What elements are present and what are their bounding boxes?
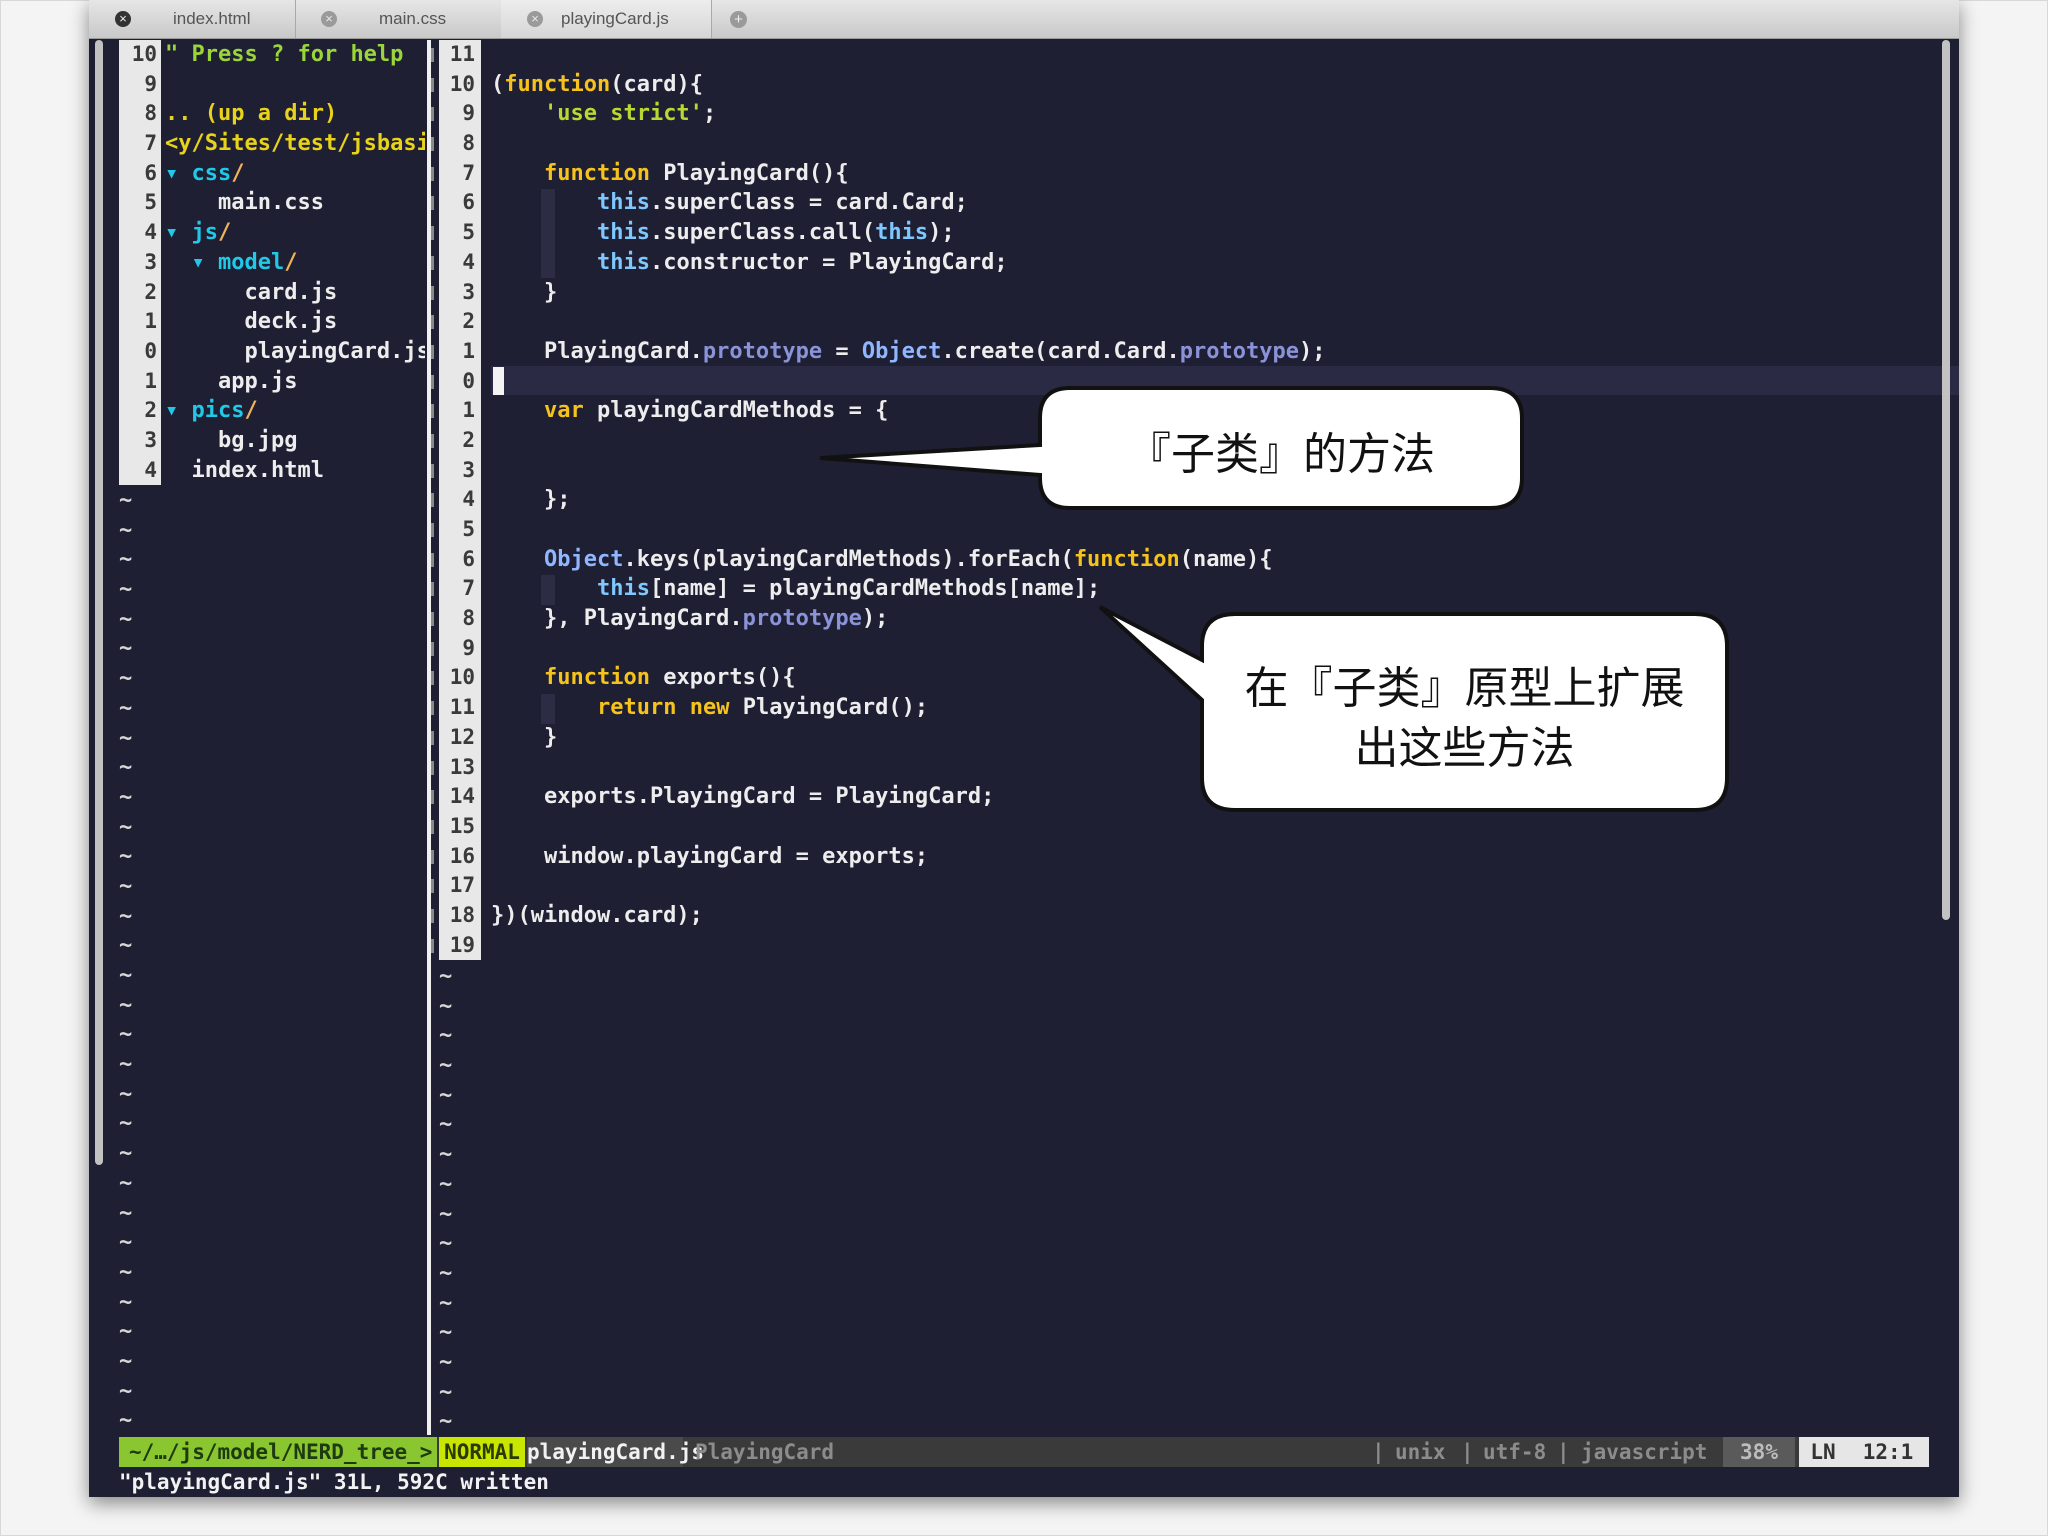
callout-text-prototype-line2: 出这些方法 <box>1354 723 1575 774</box>
callouts-layer <box>819 386 1729 812</box>
callout-text-prototype-line1: 在『子类』原型上扩展 <box>1244 663 1685 714</box>
callout-text-methods: 『子类』的方法 <box>1127 429 1435 480</box>
